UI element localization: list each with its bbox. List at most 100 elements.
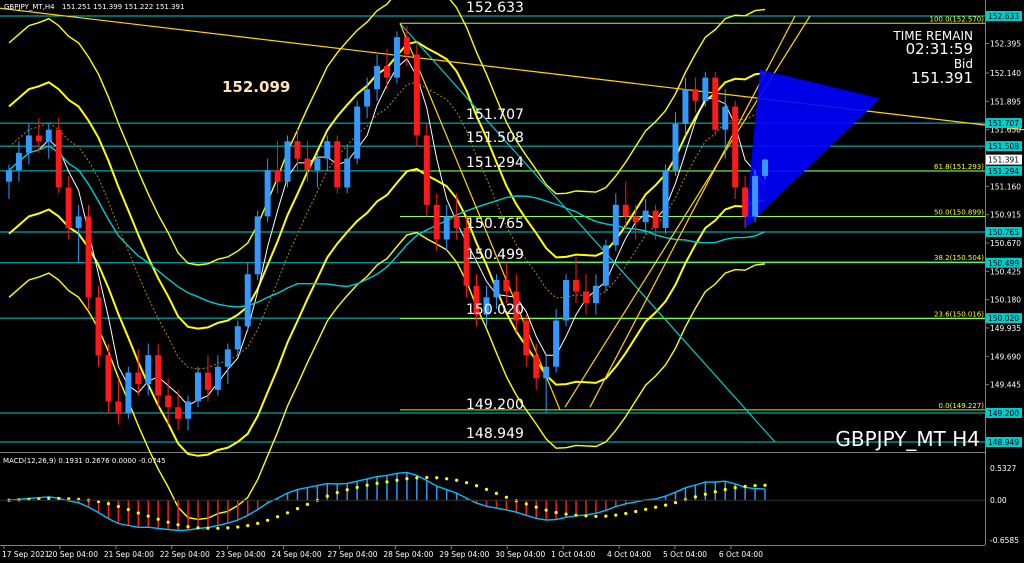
candle-body xyxy=(732,106,739,188)
symbol-watermark: GBPJPY_MT H4 xyxy=(835,427,980,451)
candle-body xyxy=(662,170,669,228)
candle-body xyxy=(423,135,430,205)
macd-signal-dot xyxy=(514,499,518,503)
level-label: 150.765 xyxy=(466,216,524,232)
macd-signal-dot xyxy=(126,507,130,512)
macd-signal-dot xyxy=(693,495,697,499)
time-tick-label: 21 Sep 04:00 xyxy=(104,550,154,559)
candle-body xyxy=(503,279,510,292)
time-tick-label: 4 Oct 04:00 xyxy=(607,550,651,559)
macd-signal-dot xyxy=(524,502,528,506)
candle xyxy=(254,210,261,280)
candle-body xyxy=(195,372,201,402)
macd-signal-dot xyxy=(345,488,349,492)
candle-body xyxy=(224,349,231,367)
candle-body xyxy=(294,141,301,159)
candle xyxy=(602,239,609,292)
macd-signal-dot xyxy=(176,523,180,527)
time-tick-label: 20 Sep 04:00 xyxy=(48,550,98,559)
macd-signal-dot xyxy=(275,515,280,519)
macd-signal-dot xyxy=(186,525,190,529)
macd-signal-dot xyxy=(47,496,51,501)
macd-signal-dot xyxy=(504,495,508,499)
candle-body xyxy=(234,326,241,350)
macd-signal-dot xyxy=(256,521,260,525)
candle-body xyxy=(612,204,619,246)
fib-label: 100.0(152.570) xyxy=(930,15,985,23)
fib-label: 23.6(150.016) xyxy=(934,311,984,319)
time-tick-label: 30 Sep 04:00 xyxy=(495,550,545,559)
candle-body xyxy=(622,204,629,217)
time-tick-label: 23 Sep 04:00 xyxy=(216,550,266,559)
macd-signal-dot xyxy=(445,477,449,481)
candle-body xyxy=(413,54,420,136)
macd-label: MACD(12,26,9) 0.1931 0.2676 0.0000 -0.07… xyxy=(3,457,166,465)
price-box-label: 151.508 xyxy=(988,142,1019,151)
candle-body xyxy=(762,159,769,176)
candle-body xyxy=(453,216,460,228)
candle-body xyxy=(125,372,132,413)
candle-body xyxy=(105,355,112,402)
macd-signal-dot xyxy=(763,483,767,487)
macd-signal-dot xyxy=(375,481,379,485)
macd-signal-dot xyxy=(723,487,727,492)
candle xyxy=(752,170,759,223)
candle-body xyxy=(85,216,92,298)
candle xyxy=(423,123,430,217)
candle-body xyxy=(5,170,12,182)
price-tick-label: 149.690 xyxy=(990,352,1021,361)
macd-signal-dot xyxy=(703,492,707,496)
candle-body xyxy=(722,106,729,130)
candle-body xyxy=(374,66,381,90)
candle-body xyxy=(364,89,371,107)
price-tick-label: 152.395 xyxy=(990,40,1021,49)
price-box-label: 150.020 xyxy=(988,314,1019,323)
macd-signal-dot xyxy=(494,491,499,495)
time-tick-label: 28 Sep 04:00 xyxy=(383,550,433,559)
fib-label: 38.2(150.504) xyxy=(934,254,984,262)
macd-signal-dot xyxy=(435,476,439,480)
candle-body xyxy=(274,170,281,182)
macd-signal-dot xyxy=(634,509,638,514)
candle-body xyxy=(403,37,410,55)
candle-body xyxy=(214,366,221,390)
candle-body xyxy=(493,279,500,298)
candle xyxy=(95,285,102,367)
candle-body xyxy=(115,401,122,413)
price-box-label: 150.499 xyxy=(988,259,1019,268)
macd-signal-dot xyxy=(574,513,578,517)
macd-tick-label: 0.00 xyxy=(990,496,1007,505)
macd-signal-dot xyxy=(464,481,469,485)
candle-body xyxy=(344,158,351,188)
candle xyxy=(85,204,92,309)
price-box-label: 150.765 xyxy=(988,228,1019,237)
candle-body xyxy=(702,77,709,101)
macd-signal-dot xyxy=(743,484,747,489)
candle xyxy=(125,366,132,419)
candle-body xyxy=(682,89,689,124)
candle-body xyxy=(185,401,192,419)
candle-body xyxy=(55,129,62,188)
candle-body xyxy=(35,135,42,142)
candle-body xyxy=(354,106,361,159)
price-tick-label: 152.140 xyxy=(990,69,1021,78)
candle-body xyxy=(15,152,22,171)
macd-signal-dot xyxy=(753,483,757,488)
level-label: 149.200 xyxy=(466,397,524,413)
candle-body xyxy=(155,355,162,396)
macd-signal-dot xyxy=(206,526,210,530)
macd-signal-dot xyxy=(365,483,369,487)
macd-signal-dot xyxy=(455,478,459,482)
price-tick-label: 151.895 xyxy=(990,97,1021,106)
candle-body xyxy=(602,245,609,286)
macd-signal-dot xyxy=(554,510,558,515)
candle-body xyxy=(25,135,32,153)
candle-body xyxy=(553,320,560,367)
level-label: 151.294 xyxy=(466,155,524,171)
price-tick-label: 150.425 xyxy=(990,267,1021,276)
candle-body xyxy=(642,210,649,223)
price-tick-label: 150.180 xyxy=(990,296,1021,305)
price-tick-label: 149.445 xyxy=(990,381,1021,390)
candle-body xyxy=(563,279,570,321)
candle-body xyxy=(175,407,182,419)
